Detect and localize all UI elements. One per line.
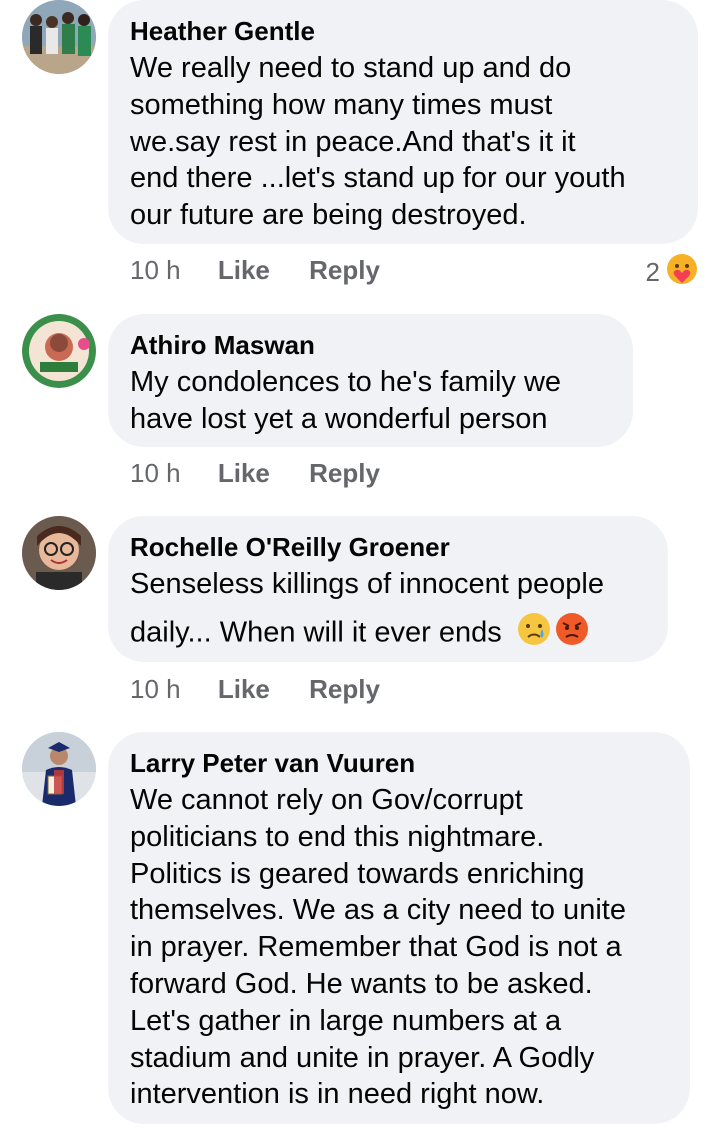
comment-text: We cannot rely on Gov/corrupt politician… bbox=[130, 782, 670, 1113]
reply-button[interactable]: Reply bbox=[309, 255, 380, 285]
comment-line: Senseless killings of innocent people bbox=[130, 568, 604, 600]
comment-timestamp[interactable]: 10 h bbox=[130, 458, 181, 488]
comment-line: Let's gather in large numbers at a bbox=[130, 1004, 562, 1037]
comment-bubble: Rochelle O'Reilly Groener Senseless kill… bbox=[108, 516, 668, 662]
like-button[interactable]: Like bbox=[218, 255, 270, 285]
comment-bubble: Larry Peter van Vuuren We cannot rely on… bbox=[108, 732, 690, 1124]
avatar-photo bbox=[22, 0, 96, 74]
comment-line: daily... When will it ever ends bbox=[130, 616, 502, 649]
avatar-photo bbox=[22, 732, 96, 806]
avatar[interactable] bbox=[22, 732, 96, 806]
avatar[interactable] bbox=[22, 0, 96, 74]
comment-line: politicians to end this nightmare. bbox=[130, 820, 545, 853]
comment-text: My condolences to he's family we have lo… bbox=[130, 364, 613, 438]
care-reaction-icon bbox=[666, 253, 698, 291]
reaction-count: 2 bbox=[645, 257, 660, 287]
comment-line: forward God. He wants to be asked. bbox=[130, 967, 593, 1000]
comment-actions: 10 h Like Reply bbox=[130, 458, 380, 488]
comment-timestamp[interactable]: 10 h bbox=[130, 674, 181, 704]
comment-line: something how many times must bbox=[130, 88, 553, 121]
comment-author[interactable]: Athiro Maswan bbox=[130, 330, 613, 360]
avatar-photo bbox=[22, 314, 96, 388]
reply-button[interactable]: Reply bbox=[309, 458, 380, 488]
comment-line: our future are being destroyed. bbox=[130, 199, 527, 232]
comment-author[interactable]: Heather Gentle bbox=[130, 16, 678, 46]
comment-line: have lost yet a wonderful person bbox=[130, 402, 548, 435]
comment-line: We cannot rely on Gov/corrupt bbox=[130, 784, 523, 816]
comment-line: We really need to stand up and do bbox=[130, 52, 572, 84]
comment-author[interactable]: Larry Peter van Vuuren bbox=[130, 748, 670, 778]
like-button[interactable]: Like bbox=[218, 458, 270, 488]
comment-line: Politics is geared towards enriching bbox=[130, 857, 585, 890]
comment-line: stadium and unite in prayer. A Godly bbox=[130, 1041, 595, 1074]
reply-button[interactable]: Reply bbox=[309, 674, 380, 704]
comment-actions: 10 h Like Reply bbox=[130, 674, 380, 704]
comment-line: My condolences to he's family we bbox=[130, 366, 562, 398]
comment-author[interactable]: Rochelle O'Reilly Groener bbox=[130, 532, 648, 562]
comment-line: end there ...let's stand up for our yout… bbox=[130, 162, 626, 195]
comment-line: in prayer. Remember that God is not a bbox=[130, 931, 622, 964]
comment-line: themselves. We as a city need to unite bbox=[130, 894, 626, 927]
comment-text: We really need to stand up and do someth… bbox=[130, 50, 678, 234]
comment-line-with-emoji: daily... When will it ever ends bbox=[130, 611, 648, 657]
avatar[interactable] bbox=[22, 516, 96, 590]
comment-bubble: Heather Gentle We really need to stand u… bbox=[108, 0, 698, 244]
comment-line: intervention is in need right now. bbox=[130, 1078, 545, 1111]
comment-bubble: Athiro Maswan My condolences to he's fam… bbox=[108, 314, 633, 447]
comment-text: Senseless killings of innocent people da… bbox=[130, 566, 648, 657]
crying-face-emoji bbox=[516, 611, 552, 657]
comment-actions: 10 h Like Reply bbox=[130, 255, 380, 285]
comment-line: we.say rest in peace.And that's it it bbox=[130, 125, 576, 158]
reaction-summary[interactable]: 2 bbox=[646, 253, 698, 291]
comment-timestamp[interactable]: 10 h bbox=[130, 255, 181, 285]
avatar[interactable] bbox=[22, 314, 96, 388]
angry-face-emoji bbox=[554, 611, 590, 657]
like-button[interactable]: Like bbox=[218, 674, 270, 704]
avatar-photo bbox=[22, 516, 96, 590]
